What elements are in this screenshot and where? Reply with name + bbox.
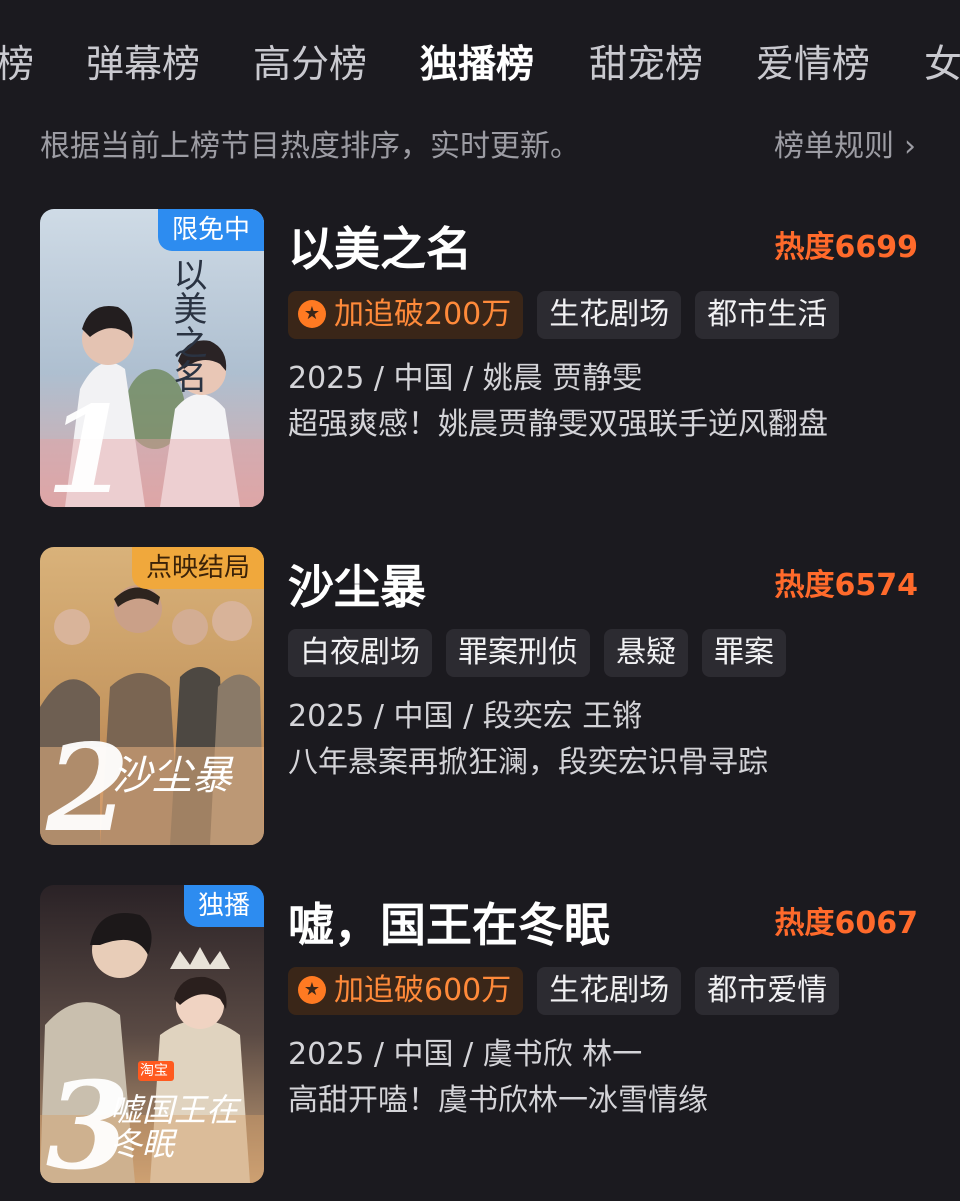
- poster-2[interactable]: 沙尘暴 点映结局 2: [40, 547, 264, 845]
- tag-list: ★ 加追破600万 生花剧场 都市爱情: [288, 967, 853, 1015]
- item-title[interactable]: 以美之名: [288, 217, 472, 281]
- tag[interactable]: 生花剧场: [537, 967, 682, 1015]
- chevron-right-icon: ›: [904, 129, 916, 164]
- item-meta: 2025 / 中国 / 虞书欣 林一: [288, 1037, 643, 1072]
- tag[interactable]: 白夜剧场: [288, 629, 432, 677]
- rank-number: 3: [46, 1056, 130, 1183]
- status-badge: 独播: [183, 885, 264, 927]
- follow-milestone-label: 加追破600万: [334, 973, 512, 1008]
- poster-3-title: 嘘国王在冬眠: [110, 1091, 239, 1163]
- tag[interactable]: 都市生活: [695, 291, 840, 339]
- heat-score: 热度6067: [774, 906, 919, 941]
- ranking-item-2[interactable]: 沙尘暴 点映结局 2 沙尘暴 热度6574 白夜剧场 罪案刑侦 悬疑 罪案 2025 …: [0, 547, 960, 847]
- item-description: 超强爽感！姚晨贾静雯双强联手逆风翻盘: [288, 407, 828, 442]
- poster-3[interactable]: 淘宝 嘘国王在冬眠 独播 3: [40, 885, 264, 1183]
- status-badge: 限免中: [157, 209, 264, 251]
- poster-3-logo: 淘宝: [140, 1063, 168, 1079]
- tag[interactable]: 悬疑: [604, 629, 688, 677]
- tag[interactable]: 罪案刑侦: [446, 629, 590, 677]
- tag-list: 白夜剧场 罪案刑侦 悬疑 罪案: [288, 629, 800, 677]
- ranking-item-1[interactable]: 以美之名 限免中 1 以美之名 热度6699 ★ 加追破200万 生花剧场 都市生活 …: [0, 209, 960, 509]
- heat-score: 热度6699: [774, 230, 919, 265]
- follow-milestone-tag: ★ 加追破600万: [288, 967, 524, 1015]
- tab-danmu[interactable]: 弹幕榜: [86, 38, 200, 90]
- rules-label: 榜单规则: [774, 129, 894, 164]
- rank-number: 2: [46, 718, 130, 845]
- tab-exclusive[interactable]: 独播榜: [420, 38, 534, 90]
- tag-list: ★ 加追破200万 生花剧场 都市生活: [288, 291, 853, 339]
- follow-milestone-label: 加追破200万: [334, 297, 512, 332]
- ranking-description: 根据当前上榜节目热度排序，实时更新。: [40, 129, 580, 164]
- tab-sweet[interactable]: 甜宠榜: [589, 38, 703, 90]
- category-tab-bar: 榜 弹幕榜 高分榜 独播榜 甜宠榜 爱情榜 女: [0, 0, 960, 130]
- item-title[interactable]: 沙尘暴: [288, 555, 426, 619]
- poster-1[interactable]: 以美之名 限免中 1: [40, 209, 264, 507]
- item-description: 八年悬案再掀狂澜，段奕宏识骨寻踪: [288, 745, 768, 780]
- ranking-item-3[interactable]: 淘宝 嘘国王在冬眠 独播 3 嘘，国王在冬眠 热度6067 ★ 加追破600万 生花…: [0, 885, 960, 1185]
- heat-score: 热度6574: [774, 568, 919, 603]
- item-title[interactable]: 嘘，国王在冬眠: [288, 893, 610, 957]
- item-meta: 2025 / 中国 / 段奕宏 王锵: [288, 699, 643, 734]
- tag[interactable]: 都市爱情: [695, 967, 840, 1015]
- tab-partial-left[interactable]: 榜: [0, 38, 34, 90]
- tag[interactable]: 罪案: [702, 629, 786, 677]
- status-badge: 点映结局: [131, 547, 264, 589]
- item-description: 高甜开嗑！虞书欣林一冰雪情缘: [288, 1083, 708, 1118]
- tab-high-score[interactable]: 高分榜: [253, 38, 367, 90]
- poster-1-title: 以美之名: [167, 257, 207, 393]
- follow-milestone-tag: ★ 加追破200万: [288, 291, 524, 339]
- star-badge-icon: ★: [298, 299, 326, 328]
- tab-romance[interactable]: 爱情榜: [756, 38, 870, 90]
- tab-partial-right[interactable]: 女: [924, 38, 960, 90]
- poster-2-title: 沙尘暴: [112, 753, 232, 799]
- ranking-rules-link[interactable]: 榜单规则 ›: [774, 124, 916, 170]
- item-meta: 2025 / 中国 / 姚晨 贾静雯: [288, 361, 643, 396]
- tag[interactable]: 生花剧场: [537, 291, 682, 339]
- rank-number: 1: [46, 380, 130, 507]
- star-badge-icon: ★: [298, 975, 326, 1004]
